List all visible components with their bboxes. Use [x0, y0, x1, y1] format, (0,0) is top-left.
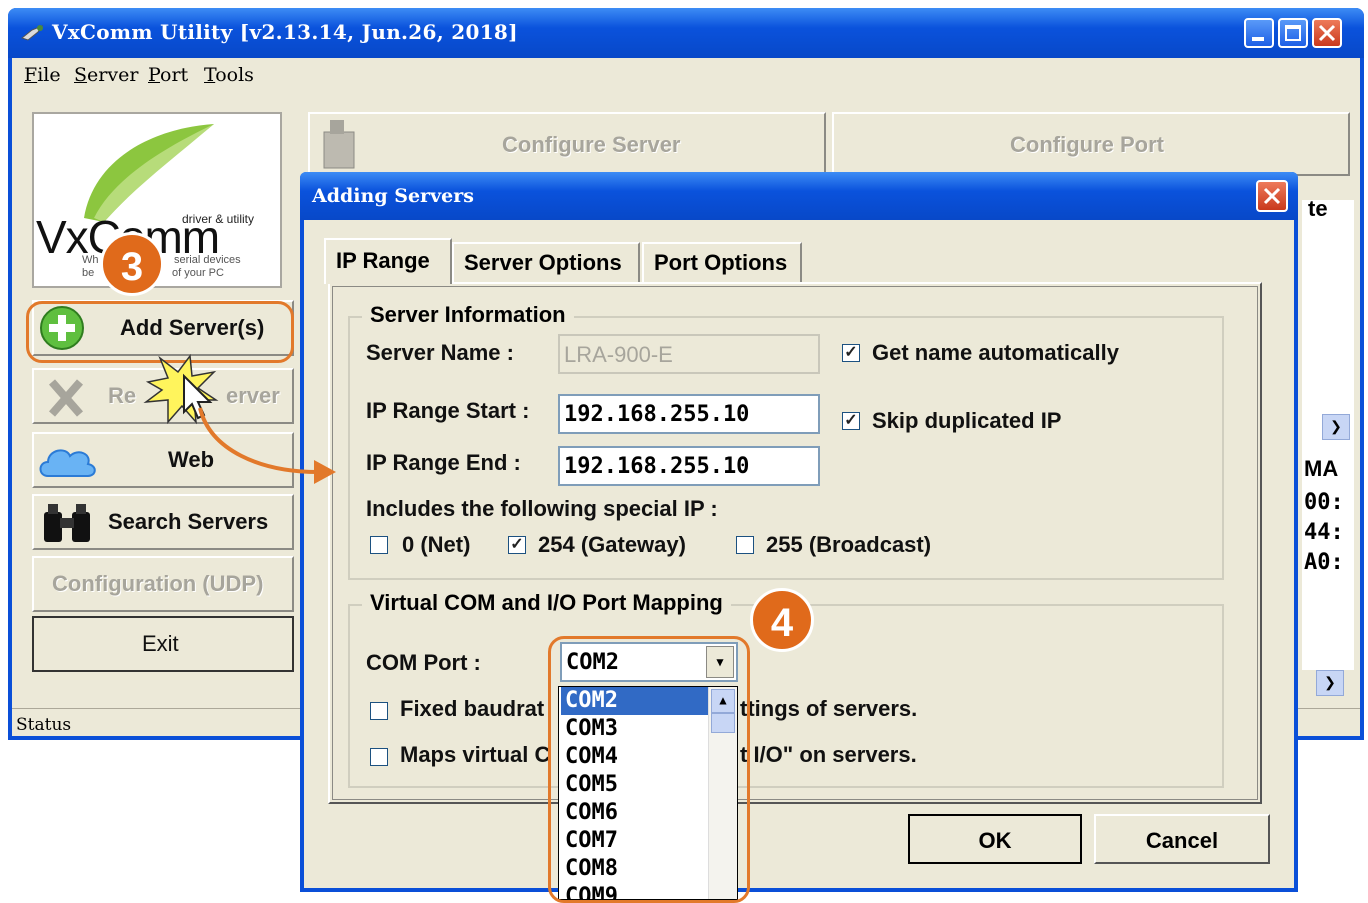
server-information-legend: Server Information [362, 302, 574, 328]
maps-virtual-io-label-end: t I/O" on servers. [740, 742, 917, 767]
scroll-right-button[interactable]: ❯ [1316, 670, 1344, 696]
status-text: Status [16, 715, 72, 735]
menu-tools[interactable]: Tools [204, 64, 254, 86]
server-list-panel[interactable]: te ❯ MA 00: 44: A0: ❯ [1302, 196, 1354, 696]
maps-virtual-io-checkbox[interactable] [370, 748, 388, 766]
close-icon [1318, 24, 1336, 42]
dialog-titlebar[interactable]: Adding Servers [300, 172, 1298, 220]
minimize-button[interactable] [1244, 18, 1274, 48]
menu-port[interactable]: Port [148, 64, 188, 86]
adding-servers-dialog: Adding Servers IP Range Server Options P… [300, 172, 1298, 892]
skip-duplicated-ip-label: Skip duplicated IP [872, 408, 1062, 433]
configure-server-icon [323, 120, 355, 169]
fixed-baudrate-label-end: ttings of servers. [740, 696, 918, 721]
chevron-right-icon: ❯ [1330, 418, 1342, 434]
configure-server-button[interactable]: Configure Server [308, 112, 826, 176]
tab-port-options-label: Port Options [654, 250, 788, 275]
configuration-udp-button[interactable]: Configuration (UDP) [32, 556, 294, 612]
ip-range-end-field[interactable]: 192.168.255.10 [558, 446, 820, 486]
step4-badge: 4 [750, 588, 814, 652]
ok-label: OK [978, 828, 1012, 853]
ip-range-panel: Server Information Server Name : LRA-900… [328, 282, 1262, 804]
tab-server-options[interactable]: Server Options [452, 242, 640, 282]
tab-ip-range[interactable]: IP Range [324, 238, 452, 284]
menu-file[interactable]: File [24, 64, 61, 86]
ip-range-start-field[interactable]: 192.168.255.10 [558, 394, 820, 434]
ip-range-start-label: IP Range Start : [366, 398, 530, 423]
app-icon [20, 24, 44, 41]
special-ip-net-label: 0 (Net) [402, 532, 471, 557]
ip-range-end-value: 192.168.255.10 [564, 454, 750, 479]
remove-x-icon [48, 379, 84, 417]
logo-frag1: Wh [82, 254, 99, 266]
mac-row: 44: [1304, 520, 1344, 545]
remove-server-label-start: Re [108, 383, 137, 408]
get-name-auto-label: Get name automatically [872, 340, 1119, 365]
cloud-icon [39, 449, 96, 477]
special-ip-gateway-checkbox[interactable]: ✓ [508, 536, 526, 554]
server-name-label: Server Name : [366, 340, 514, 365]
fixed-baudrate-checkbox[interactable] [370, 702, 388, 720]
main-titlebar[interactable]: VxComm Utility [v2.13.14, Jun.26, 2018] [8, 8, 1364, 58]
cancel-label: Cancel [1145, 828, 1219, 853]
server-name-field[interactable]: LRA-900-E [558, 334, 820, 374]
step3-badge: 3 [100, 232, 164, 296]
tab-port-options[interactable]: Port Options [642, 242, 802, 282]
close-button[interactable] [1312, 18, 1342, 48]
maps-virtual-io-label-start: Maps virtual C [400, 742, 551, 767]
skip-duplicated-ip-checkbox[interactable]: ✓ [842, 412, 860, 430]
chevron-right-icon: ❯ [1324, 674, 1336, 690]
cancel-button[interactable]: Cancel [1094, 814, 1270, 864]
tab-ip-range-label: IP Range [336, 248, 430, 273]
server-name-value: LRA-900-E [564, 342, 673, 367]
dialog-client-area: IP Range Server Options Port Options Ser… [304, 220, 1294, 888]
ok-button[interactable]: OK [908, 814, 1082, 864]
configuration-udp-label: Configuration (UDP) [52, 571, 264, 596]
ip-range-start-value: 192.168.255.10 [564, 402, 750, 427]
exit-button[interactable]: Exit [32, 616, 294, 672]
mac-column-header: MA [1304, 456, 1339, 481]
maximize-icon [1285, 25, 1301, 41]
get-name-auto-checkbox[interactable]: ✓ [842, 344, 860, 362]
arrow-to-dialog-icon [198, 407, 336, 484]
special-ip-net-checkbox[interactable] [370, 536, 388, 554]
logo-sub: serial devices [174, 254, 241, 266]
com-port-label: COM Port : [366, 650, 481, 675]
mac-row: 00: [1304, 490, 1344, 515]
binoculars-icon [44, 504, 90, 542]
logo-frag2: be [82, 267, 95, 279]
special-ip-broadcast-label: 255 (Broadcast) [766, 532, 932, 557]
com-port-mapping-legend: Virtual COM and I/O Port Mapping [362, 590, 731, 616]
search-servers-label: Search Servers [108, 509, 269, 534]
server-list-col-fragment: te [1308, 196, 1328, 221]
fixed-baudrate-label-start: Fixed baudrat [400, 696, 545, 721]
configure-server-label: Configure Server [502, 132, 681, 157]
minimize-icon [1252, 37, 1264, 41]
special-ip-gateway-label: 254 (Gateway) [538, 532, 686, 557]
maximize-button[interactable] [1278, 18, 1308, 48]
scroll-right-button[interactable]: ❯ [1322, 414, 1350, 440]
menu-server[interactable]: Server [74, 64, 138, 86]
logo-tagline: driver & utility [182, 212, 255, 226]
search-servers-button[interactable]: Search Servers [32, 494, 294, 550]
tab-server-options-label: Server Options [464, 250, 622, 275]
main-window-title: VxComm Utility [v2.13.14, Jun.26, 2018] [52, 20, 518, 44]
special-ip-label: Includes the following special IP : [366, 496, 718, 521]
configure-port-button[interactable]: Configure Port [832, 112, 1350, 176]
dialog-close-button[interactable] [1256, 180, 1288, 212]
logo-sub2: of your PC [172, 267, 224, 279]
step4-highlight [548, 636, 750, 903]
mac-row: A0: [1304, 550, 1344, 575]
ip-range-end-label: IP Range End : [366, 450, 521, 475]
menu-bar: File Server Port Tools [12, 58, 1360, 92]
close-icon [1263, 187, 1281, 205]
dialog-title: Adding Servers [312, 185, 474, 207]
exit-label: Exit [142, 631, 179, 656]
special-ip-broadcast-checkbox[interactable] [736, 536, 754, 554]
configure-port-label: Configure Port [1010, 132, 1164, 157]
